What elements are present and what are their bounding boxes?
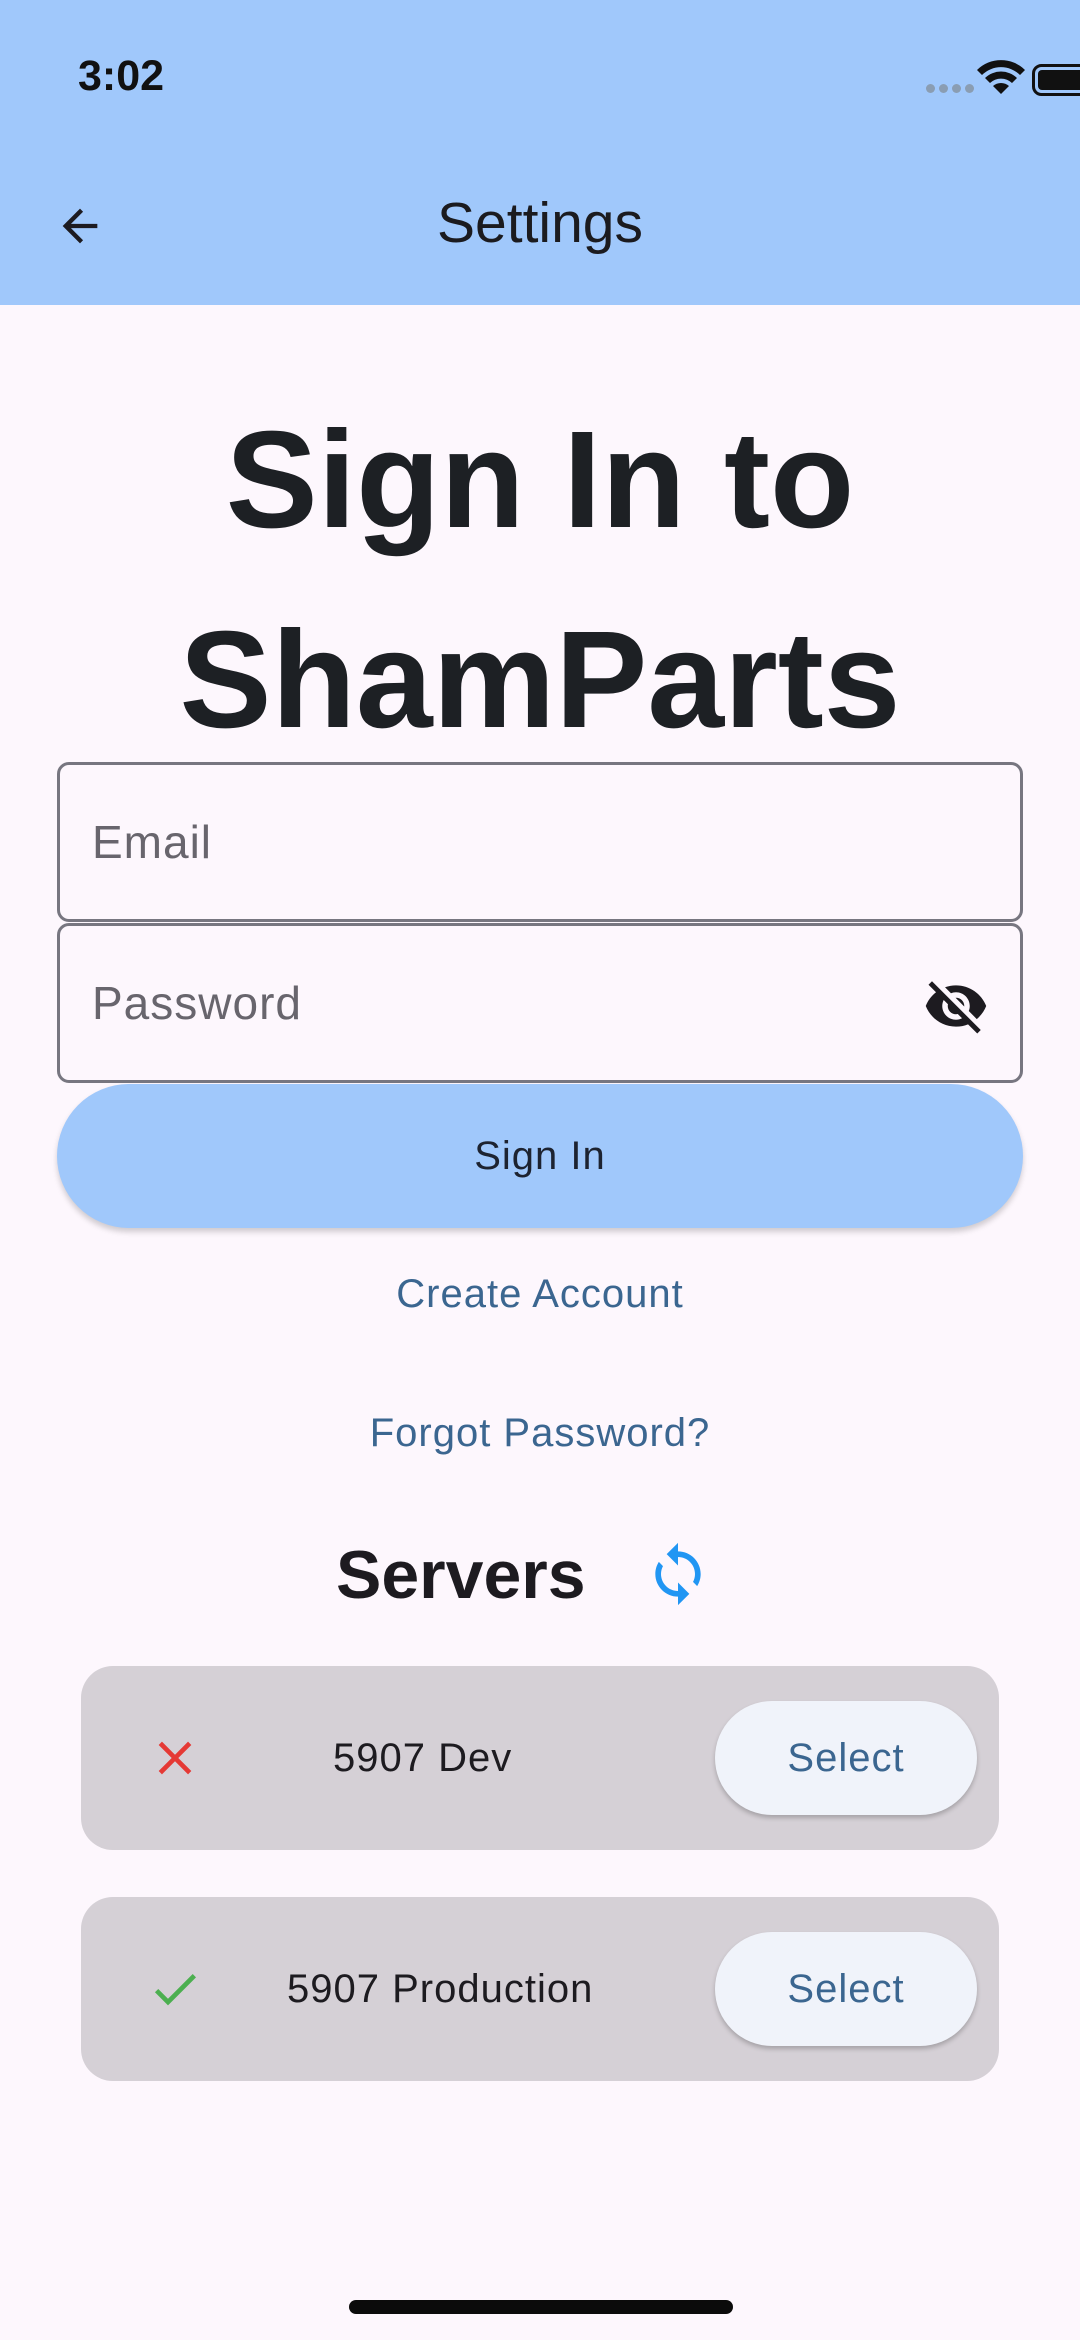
server-name: 5907 Production xyxy=(287,1967,594,2011)
sign-in-heading: Sign In to ShamParts xyxy=(0,380,1080,780)
forgot-password-link[interactable]: Forgot Password? xyxy=(0,1411,1080,1456)
cellular-signal-icon xyxy=(926,84,974,96)
email-field xyxy=(57,762,1023,922)
password-visibility-toggle[interactable] xyxy=(920,970,992,1042)
heading-line-2: ShamParts xyxy=(179,603,901,757)
check-icon xyxy=(154,1974,196,2006)
refresh-servers-button[interactable] xyxy=(644,1540,712,1608)
home-indicator[interactable] xyxy=(349,2300,733,2314)
sign-in-button[interactable]: Sign In xyxy=(57,1084,1023,1228)
app-header: 3:02 Settings xyxy=(0,0,1080,305)
eye-off-icon xyxy=(925,981,987,1034)
select-server-button[interactable]: Select xyxy=(715,1932,977,2046)
password-input[interactable] xyxy=(92,926,912,1080)
servers-heading: Servers xyxy=(336,1537,586,1613)
server-card-5907-dev: 5907 Dev Select xyxy=(81,1666,999,1850)
email-input[interactable] xyxy=(92,765,912,919)
wifi-icon xyxy=(977,60,1025,94)
close-icon xyxy=(158,1741,192,1775)
heading-line-1: Sign In to xyxy=(225,403,855,557)
battery-icon xyxy=(1032,64,1080,96)
status-time: 3:02 xyxy=(78,52,165,100)
select-server-button[interactable]: Select xyxy=(715,1701,977,1815)
refresh-icon xyxy=(655,1542,701,1606)
server-card-5907-production: 5907 Production Select xyxy=(81,1897,999,2081)
page-title: Settings xyxy=(437,191,643,255)
server-name: 5907 Dev xyxy=(333,1736,513,1780)
password-field xyxy=(57,923,1023,1083)
create-account-link[interactable]: Create Account xyxy=(0,1272,1080,1317)
